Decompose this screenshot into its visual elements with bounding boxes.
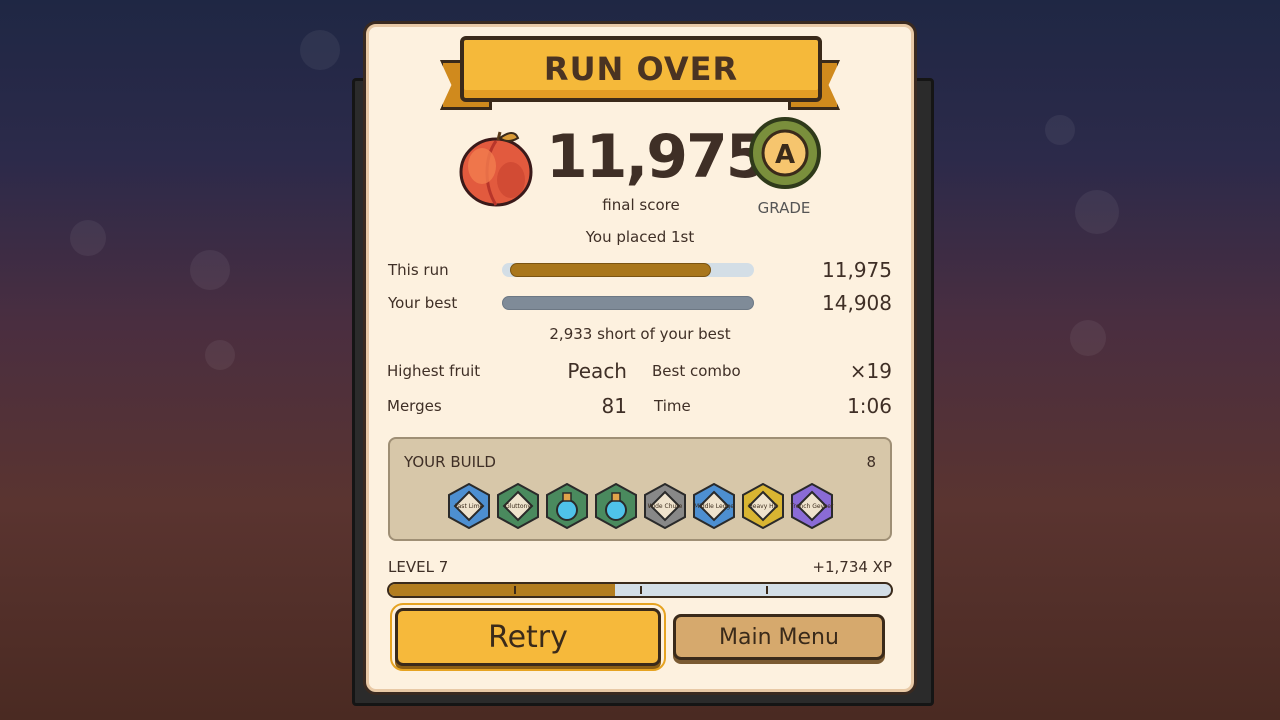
grade-letter: A [775,140,795,170]
your-best-bar [502,296,754,310]
best-combo-value: ×19 [849,359,892,383]
bokeh-light [205,340,235,370]
build-panel: YOUR BUILD 8 Fast Lime Gluttony Wide Chute… [388,437,892,541]
level-label: LEVEL 7 [388,558,449,576]
highest-fruit-value: Peach [567,359,627,383]
bokeh-light [300,30,340,70]
this-run-value: 11,975 [822,258,892,282]
best-combo-label: Best combo [652,362,741,380]
your-best-value: 14,908 [822,291,892,315]
xp-progress-bar [387,582,893,598]
xp-gain-label: +1,734 XP [812,558,892,576]
final-score-value: 11,975 [546,122,768,192]
build-item-diamond-card-icon[interactable]: Wide Chute [642,483,688,529]
build-items: Fast Lime Gluttony Wide Chute Middle Ledge H… [446,483,835,529]
retry-button-label: Retry [488,619,568,655]
xp-tick [640,586,642,594]
peach-icon [456,128,536,208]
your-best-label: Your best [388,294,458,312]
xp-tick [766,586,768,594]
build-item-label: Trench Geyser [790,502,834,510]
main-menu-button[interactable]: Main Menu [673,614,885,660]
score-delta-text: 2,933 short of your best [549,325,731,343]
bokeh-light [1075,190,1119,234]
bokeh-light [70,220,106,256]
build-item-potion-icon[interactable] [593,483,639,529]
merges-label: Merges [387,397,442,415]
time-value: 1:06 [847,394,892,418]
page-title: RUN OVER [543,50,739,88]
merges-value: 81 [601,394,627,418]
build-item-label: Wide Chute [647,502,683,510]
this-run-bar-fill [510,263,711,277]
bokeh-light [1045,115,1075,145]
build-item-diamond-card-icon[interactable]: Middle Ledge [691,483,737,529]
this-run-label: This run [388,261,449,279]
build-item-label: Gluttony [505,502,531,510]
title-ribbon: RUN OVER [440,36,840,112]
build-item-diamond-card-icon[interactable]: Gluttony [495,483,541,529]
highest-fruit-label: Highest fruit [387,362,481,380]
build-item-label: Middle Ledge [694,502,734,510]
final-score-label: final score [602,196,680,214]
build-item-label: Heavy Hit [748,502,778,510]
xp-tick [514,586,516,594]
ribbon-banner: RUN OVER [460,36,822,102]
build-count: 8 [866,453,876,471]
placement-text: You placed 1st [585,228,695,246]
grade-badge: A [748,116,822,190]
retry-button[interactable]: Retry [390,603,666,671]
build-item-potion-icon[interactable] [544,483,590,529]
xp-progress-fill [389,584,615,596]
build-item-diamond-card-icon[interactable]: Trench Geyser [789,483,835,529]
build-item-diamond-card-icon[interactable]: Heavy Hit [740,483,786,529]
build-title: YOUR BUILD [404,453,496,471]
main-menu-button-label: Main Menu [719,624,839,650]
this-run-bar [502,263,754,277]
build-item-diamond-card-icon[interactable]: Fast Lime [446,483,492,529]
grade-label: GRADE [757,199,811,217]
your-best-bar-fill [502,296,754,310]
build-item-label: Fast Lime [454,502,484,510]
bokeh-light [190,250,230,290]
bokeh-light [1070,320,1106,356]
time-label: Time [654,397,691,415]
